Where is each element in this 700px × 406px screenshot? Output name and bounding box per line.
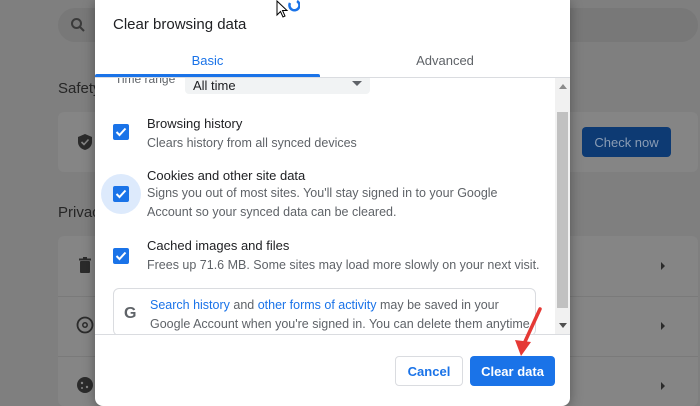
checkmark-icon	[115, 127, 127, 137]
cookies-checkbox[interactable]	[113, 186, 129, 202]
tab-basic[interactable]: Basic	[95, 44, 320, 76]
scroll-down-arrow-icon[interactable]	[559, 323, 567, 328]
checkmark-icon	[115, 189, 127, 199]
option-cookies: Cookies and other site data Signs you ou…	[95, 166, 555, 226]
check-now-button[interactable]: Check now	[582, 127, 671, 157]
chevron-right-icon[interactable]	[658, 321, 668, 331]
dialog-tabs: Basic Advanced	[95, 44, 570, 76]
chevron-right-icon[interactable]	[658, 381, 668, 391]
shield-icon	[78, 134, 92, 150]
other-activity-link[interactable]: other forms of activity	[258, 298, 377, 312]
annotation-arrow-icon	[515, 307, 542, 356]
cancel-button[interactable]: Cancel	[395, 356, 463, 386]
option-title: Cached images and files	[147, 238, 290, 253]
checkmark-icon	[115, 251, 127, 261]
info-text: Search history and other forms of activi…	[150, 296, 535, 334]
trash-icon[interactable]	[76, 256, 94, 274]
option-cached-images: Cached images and files Frees up 71.6 MB…	[95, 238, 555, 278]
cookie-icon[interactable]	[76, 376, 94, 394]
option-description: Clears history from all synced devices	[147, 136, 357, 150]
chevron-right-icon[interactable]	[658, 261, 668, 271]
option-description: Signs you out of most sites. You'll stay…	[147, 186, 498, 219]
mouse-cursor-icon	[276, 0, 300, 18]
option-browsing-history: Browsing history Clears history from all…	[95, 114, 555, 154]
scrollbar[interactable]	[555, 78, 570, 334]
scroll-up-arrow-icon[interactable]	[559, 84, 567, 89]
dialog-scroll-area[interactable]: Time range All time Browsing history Cle…	[95, 78, 570, 334]
option-title: Browsing history	[147, 116, 243, 131]
search-icon	[71, 18, 85, 32]
option-title: Cookies and other site data	[147, 168, 306, 183]
google-g-icon: G	[124, 305, 137, 322]
time-range-value: All time	[193, 78, 236, 93]
scrollbar-thumb[interactable]	[557, 112, 568, 308]
option-description: Frees up 71.6 MB. Some sites may load mo…	[147, 258, 540, 272]
browsing-history-checkbox[interactable]	[113, 124, 129, 140]
google-activity-info-box: G Search history and other forms of acti…	[113, 288, 536, 334]
settings-page: Safety Check now Privacy Clear browsing …	[0, 0, 700, 406]
search-history-link[interactable]: Search history	[150, 298, 230, 312]
clear-data-button[interactable]: Clear data	[470, 356, 555, 386]
dropdown-arrow-icon	[352, 81, 362, 86]
info-and: and	[229, 298, 258, 312]
clear-browsing-data-dialog: Clear browsing data Basic Advanced Time …	[95, 0, 570, 406]
time-range-label: Time range	[115, 78, 176, 86]
tab-advanced[interactable]: Advanced	[320, 44, 570, 76]
dialog-title: Clear browsing data	[113, 16, 247, 33]
footer-divider	[95, 334, 570, 335]
time-range-select[interactable]: All time	[185, 78, 370, 94]
compass-icon[interactable]	[76, 316, 94, 334]
cached-images-checkbox[interactable]	[113, 248, 129, 264]
